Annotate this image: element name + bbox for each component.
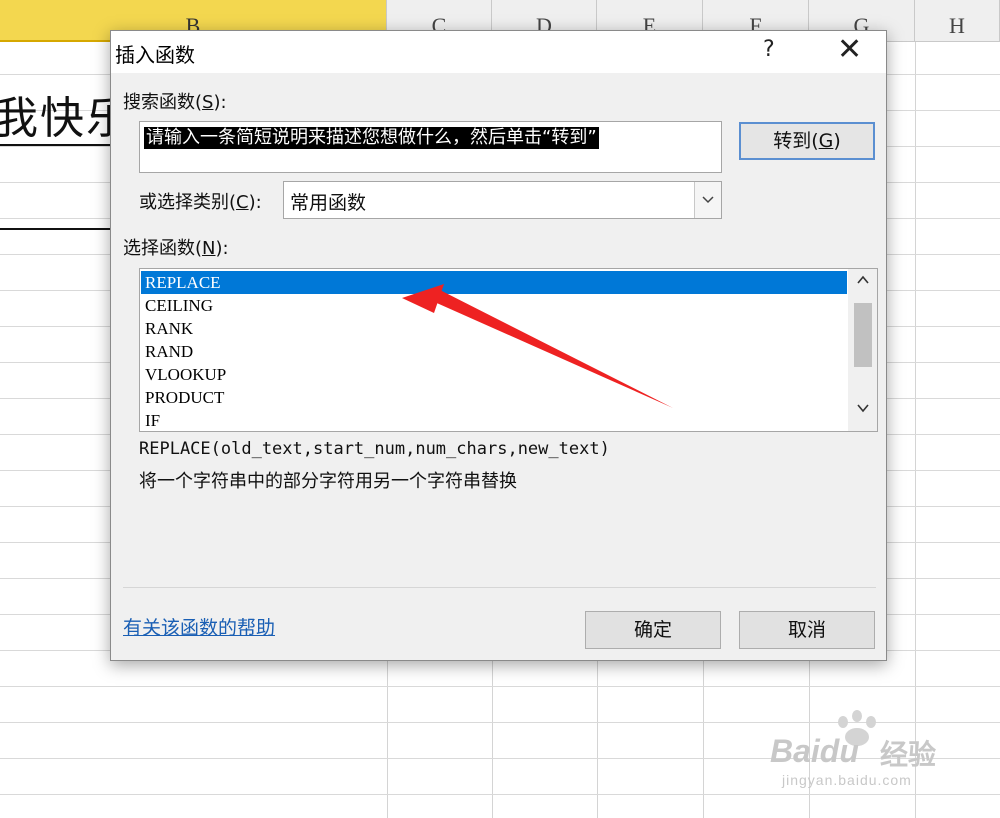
annotation-arrow-icon	[402, 284, 673, 408]
